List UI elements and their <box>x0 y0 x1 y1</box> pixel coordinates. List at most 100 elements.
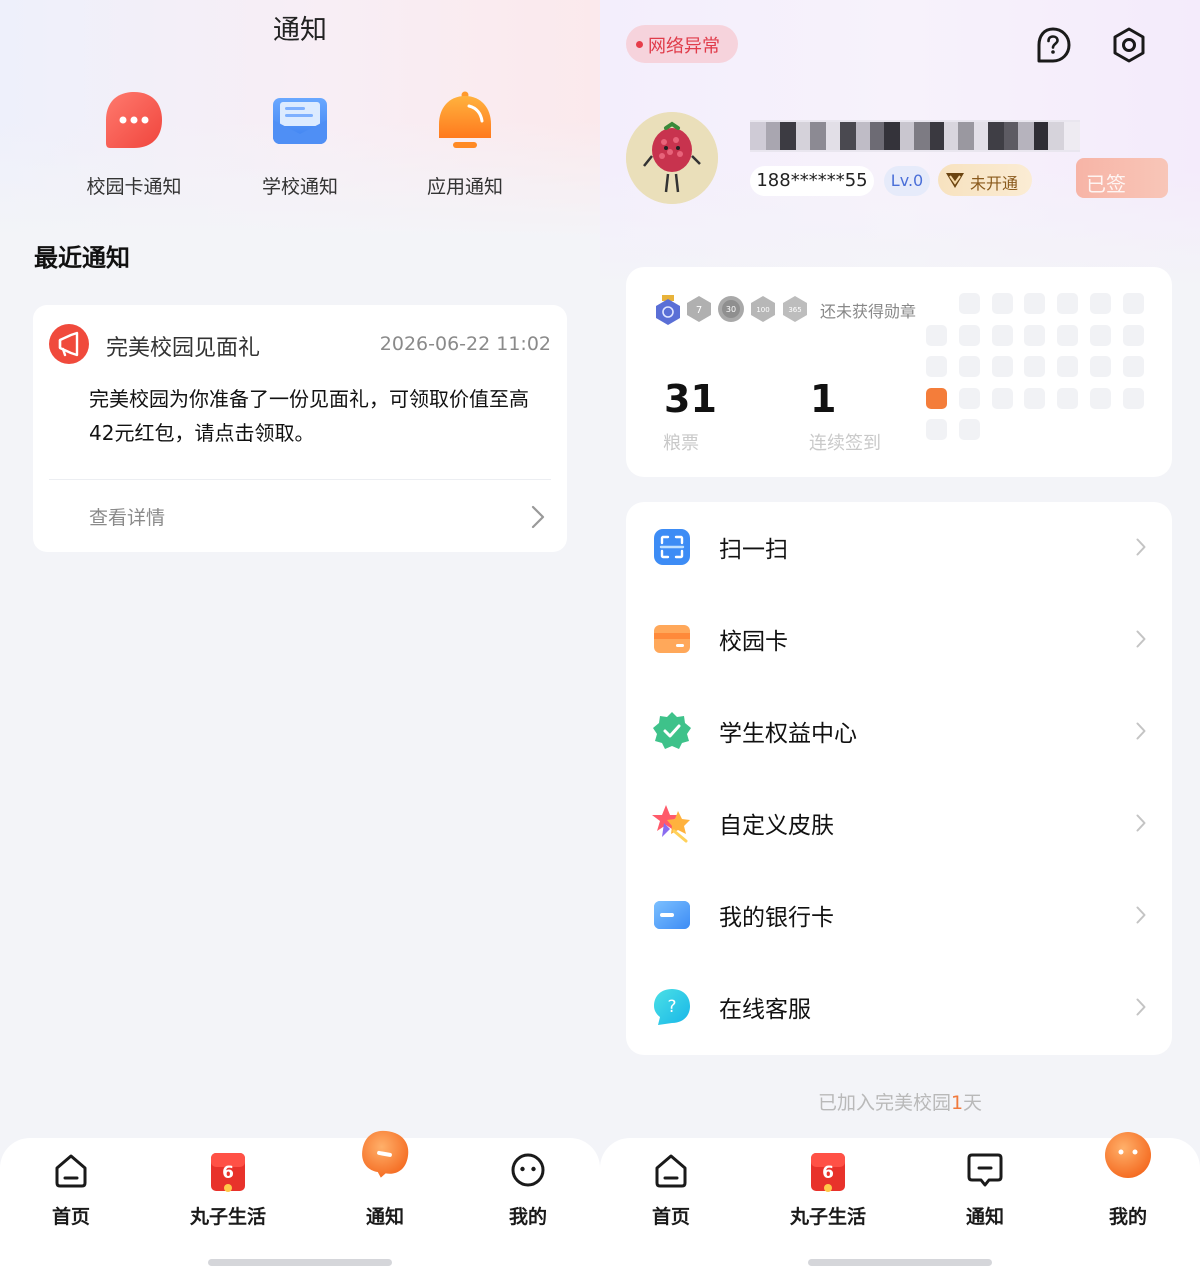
calendar-day <box>958 419 980 440</box>
medal-30-icon: 30 <box>717 295 745 323</box>
calendar-day <box>926 419 947 440</box>
help-icon[interactable] <box>1034 26 1072 64</box>
tab-mine[interactable]: 我的 <box>473 1138 583 1238</box>
calendar-day <box>1057 324 1079 346</box>
medal-blue-icon <box>654 295 682 325</box>
gear-icon[interactable] <box>1110 26 1148 64</box>
red-envelope-icon: 6 <box>208 1150 248 1192</box>
tab-label: 首页 <box>51 1206 90 1228</box>
stat-value-streak: 1 <box>810 377 837 421</box>
tab-mine[interactable]: 我的 <box>1073 1132 1183 1238</box>
divider <box>49 479 551 480</box>
calendar-day <box>1090 356 1111 377</box>
calendar-day <box>1024 293 1046 314</box>
chevron-right-icon <box>1136 630 1146 648</box>
verified-badge-icon <box>652 711 692 751</box>
category-label: 校园卡通知 <box>86 176 182 198</box>
network-status-badge[interactable]: 网络异常 <box>626 25 738 63</box>
sign-in-button[interactable]: 已签 <box>1076 158 1168 198</box>
calendar-day <box>1057 356 1079 377</box>
menu-item-scan[interactable]: 扫一扫 <box>626 502 1172 594</box>
phone-number: 188******55 <box>750 166 874 196</box>
chevron-right-icon <box>1136 722 1146 740</box>
vip-crown-icon <box>944 170 966 190</box>
chevron-right-icon <box>1136 538 1146 556</box>
menu-item-campus-card[interactable]: 校园卡 <box>626 594 1172 686</box>
svg-text:7: 7 <box>696 305 702 316</box>
tab-label: 丸子生活 <box>189 1206 266 1228</box>
tab-wanzi-life[interactable]: 6 丸子生活 <box>173 1138 283 1238</box>
calendar-day <box>926 356 947 377</box>
scan-icon <box>652 527 692 567</box>
calendar-day <box>926 324 947 346</box>
bell-icon <box>435 90 495 150</box>
notice-title: 完美校园见面礼 <box>106 336 261 361</box>
tab-home[interactable]: 首页 <box>16 1138 126 1238</box>
tab-notification[interactable]: 通知 <box>930 1138 1040 1238</box>
menu-item-student-benefits[interactable]: 学生权益中心 <box>626 686 1172 778</box>
svg-text:6: 6 <box>222 1163 234 1183</box>
face-icon <box>508 1150 548 1190</box>
stats-card: 7 30 100 365 还未获得勋章 31 粮票 1 连续签到 <box>626 267 1172 477</box>
bank-card-icon <box>652 895 692 935</box>
calendar-day <box>958 387 980 409</box>
red-envelope-icon: 6 <box>808 1150 848 1192</box>
calendar-day <box>958 324 980 346</box>
calendar-day <box>926 387 947 409</box>
tab-label: 通知 <box>365 1206 404 1228</box>
avatar[interactable] <box>626 112 718 204</box>
home-icon <box>651 1150 691 1190</box>
bottom-tab-bar: 首页 6 丸子生活 通知 我的 <box>0 1130 600 1277</box>
profile-screen: 网络异常 188******55 Lv.0 未开通 已签 7 30 100 36… <box>600 0 1200 1277</box>
stat-label-tickets: 粮票 <box>663 433 699 454</box>
calendar-day <box>1057 293 1079 314</box>
menu-item-custom-skin[interactable]: 自定义皮肤 <box>626 778 1172 870</box>
stat-label-streak: 连续签到 <box>809 433 881 454</box>
notice-body: 完美校园为你准备了一份见面礼，可领取价值至高42元红包，请点击领取。 <box>89 387 529 445</box>
chevron-right-icon <box>1136 998 1146 1016</box>
calendar-day <box>991 387 1013 409</box>
calendar-day <box>958 356 980 377</box>
svg-text:100: 100 <box>756 306 769 314</box>
no-medal-text: 还未获得勋章 <box>820 302 917 321</box>
tab-label: 我的 <box>508 1206 547 1228</box>
tab-wanzi-life[interactable]: 6 丸子生活 <box>773 1138 883 1238</box>
home-icon <box>51 1150 91 1190</box>
vip-status: 未开通 <box>970 174 1019 193</box>
medal-7-icon: 7 <box>685 295 713 323</box>
menu-item-online-service[interactable]: ? 在线客服 <box>626 962 1172 1054</box>
calendar-day <box>958 293 980 314</box>
home-indicator <box>808 1259 992 1266</box>
view-details-link[interactable]: 查看详情 <box>89 503 165 530</box>
category-label: 应用通知 <box>426 176 503 198</box>
medal-100-icon: 100 <box>749 295 777 323</box>
bottom-tab-bar: 首页 6 丸子生活 通知 我的 <box>600 1132 1200 1277</box>
menu-item-bank-card[interactable]: 我的银行卡 <box>626 870 1172 962</box>
svg-text:365: 365 <box>788 306 801 314</box>
network-status-text: 网络异常 <box>648 36 720 57</box>
menu-label: 扫一扫 <box>719 537 788 563</box>
tab-home[interactable]: 首页 <box>616 1138 726 1238</box>
sign-in-calendar <box>926 293 1156 453</box>
recent-notices-title: 最近通知 <box>34 244 130 272</box>
category-campus-card[interactable]: 校园卡通知 <box>74 90 194 199</box>
tab-notification[interactable]: 通知 <box>330 1130 440 1238</box>
tab-label: 通知 <box>965 1206 1004 1228</box>
chevron-right-icon <box>531 505 545 529</box>
calendar-day <box>1057 387 1079 409</box>
calendar-day <box>1090 387 1111 409</box>
envelope-icon <box>270 90 330 150</box>
chevron-right-icon <box>1136 906 1146 924</box>
category-school[interactable]: 学校通知 <box>240 90 360 199</box>
vip-badge[interactable]: 未开通 <box>938 164 1032 196</box>
calendar-day <box>991 293 1013 314</box>
calendar-day <box>1122 293 1144 314</box>
menu-label: 校园卡 <box>719 629 788 655</box>
calendar-day <box>1090 324 1111 346</box>
medal-365-icon: 365 <box>781 295 809 323</box>
level-badge[interactable]: Lv.0 <box>884 166 930 196</box>
calendar-day <box>991 324 1013 346</box>
category-app[interactable]: 应用通知 <box>405 90 525 199</box>
notice-card[interactable]: 完美校园见面礼 2026-06-22 11:02 完美校园为你准备了一份见面礼，… <box>33 305 567 552</box>
chat-bubble-icon <box>104 90 164 150</box>
